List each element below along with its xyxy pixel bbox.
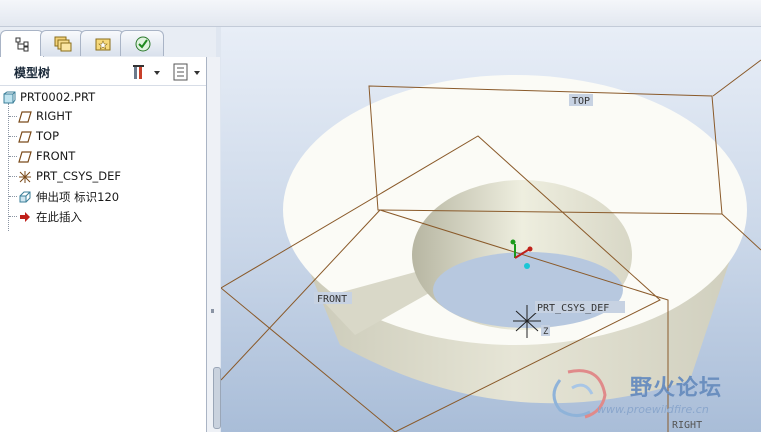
panel-splitter[interactable]: [207, 57, 221, 432]
csys-axis-tag: Z: [543, 327, 549, 337]
tab-connections[interactable]: [120, 30, 164, 56]
tools-icon[interactable]: [132, 62, 164, 82]
tree-connector: [9, 136, 17, 137]
title-bar: [0, 0, 761, 27]
navigator-tabs: [0, 27, 216, 57]
tree-options-icon[interactable]: [172, 62, 204, 82]
tree-item-label: PRT_CSYS_DEF: [36, 169, 122, 183]
tree-connector: [9, 116, 17, 117]
part-icon: [3, 91, 16, 104]
tree-connector: [9, 156, 17, 157]
tree-connector: [9, 216, 17, 217]
datum-plane-icon: [18, 131, 32, 143]
tree-item-label: TOP: [36, 129, 60, 143]
model-tree-header: 模型树: [0, 57, 206, 86]
tree-item-label: 伸出项 标识120: [36, 190, 120, 204]
extrude-feature-icon: [19, 191, 31, 203]
watermark-url: www.proewildfire.cn: [597, 403, 709, 416]
tab-folder-browser[interactable]: [40, 30, 84, 56]
connections-icon: [135, 36, 151, 52]
datum-label-top: TOP: [572, 96, 590, 107]
tree-connector: [8, 103, 9, 231]
tab-model-tree[interactable]: [0, 30, 44, 57]
tree-connector: [9, 196, 17, 197]
tree-item-label: 在此插入: [36, 210, 82, 224]
datum-plane-icon: [18, 151, 32, 163]
model-tree-icon: [15, 37, 29, 52]
tab-favorites[interactable]: [80, 30, 124, 56]
favorites-icon: [95, 38, 111, 51]
tree-item-label: RIGHT: [36, 109, 72, 123]
insert-here-arrow-icon: [20, 212, 30, 222]
splitter-grip: [211, 309, 214, 313]
panel-title: 模型树: [14, 66, 51, 80]
datum-label-right: RIGHT: [672, 420, 702, 431]
csys-label: PRT_CSYS_DEF: [537, 303, 609, 314]
folder-browser-icon: [54, 36, 72, 52]
splitter-handle[interactable]: [213, 367, 221, 429]
tree-connector: [9, 176, 17, 177]
tree-item-label: FRONT: [36, 149, 76, 163]
model-tree-panel: 模型树 PRT0002.PRT RIGHT TOP FRONT PRT_CSYS…: [0, 57, 207, 432]
tree-root-label: PRT0002.PRT: [20, 90, 96, 104]
datum-plane-icon: [18, 111, 32, 123]
watermark-text: 野火论坛: [630, 376, 723, 401]
datum-label-front: FRONT: [317, 294, 347, 305]
coordinate-system-icon: [19, 171, 31, 183]
